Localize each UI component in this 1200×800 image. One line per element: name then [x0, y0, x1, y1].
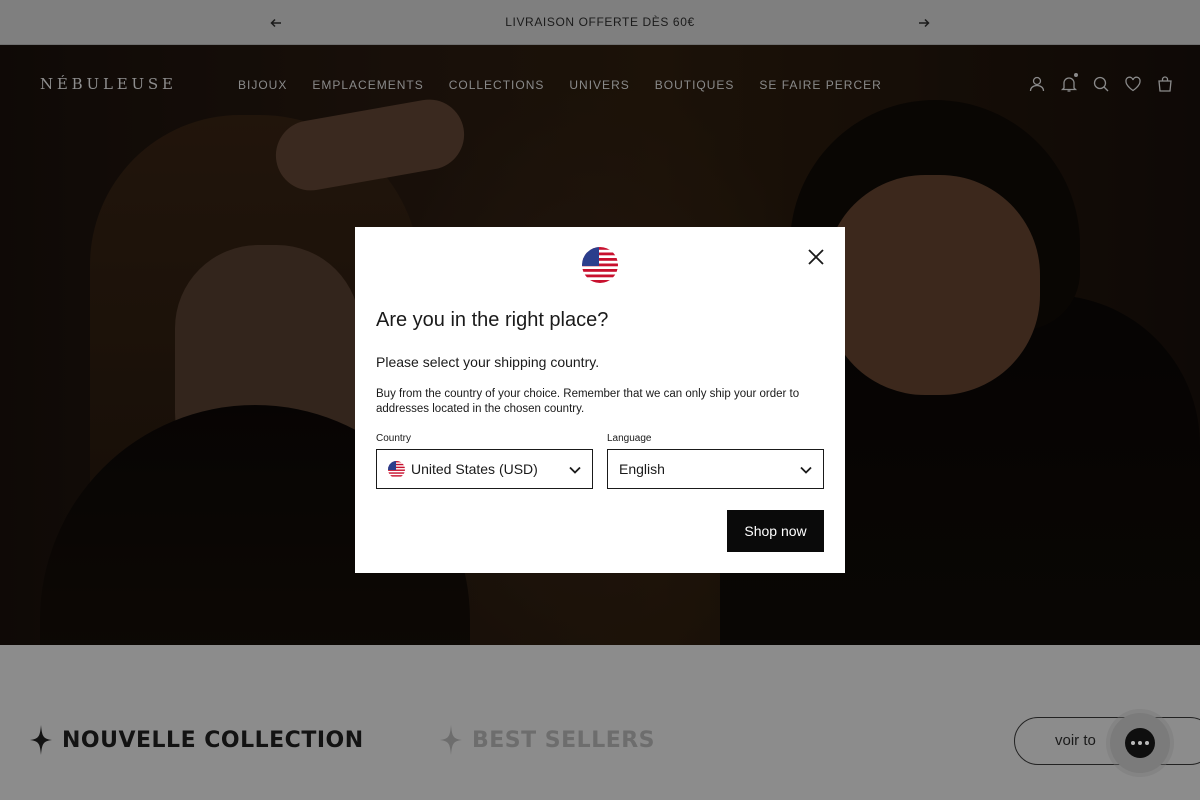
announcement-next-arrow-icon[interactable] [914, 13, 934, 33]
nav-item-bijoux[interactable]: BIJOUX [238, 78, 287, 92]
product-tabs-section: NOUVELLE COLLECTION BEST SELLERS voir to [0, 645, 1200, 800]
country-select[interactable]: United States (USD) [376, 449, 593, 489]
tab-nouvelle-collection-label: NOUVELLE COLLECTION [62, 727, 364, 753]
language-select[interactable]: English [607, 449, 824, 489]
language-select-value: English [619, 461, 665, 477]
account-icon[interactable] [1028, 75, 1046, 93]
search-icon[interactable] [1092, 75, 1110, 93]
nav-item-emplacements[interactable]: EMPLACEMENTS [312, 78, 423, 92]
tab-best-sellers[interactable]: BEST SELLERS [440, 725, 655, 755]
sparkle-icon [30, 725, 52, 755]
announcement-message: LIVRAISON OFFERTE DÈS 60€ [505, 15, 695, 29]
heart-icon[interactable] [1124, 75, 1142, 93]
announcement-bar: LIVRAISON OFFERTE DÈS 60€ [0, 0, 1200, 45]
nav-item-collections[interactable]: COLLECTIONS [449, 78, 545, 92]
us-flag-icon [388, 460, 405, 478]
nav-item-boutiques[interactable]: BOUTIQUES [655, 78, 735, 92]
country-selector-modal: Are you in the right place? Please selec… [355, 227, 845, 573]
modal-subtitle: Please select your shipping country. [376, 354, 600, 370]
tab-best-sellers-label: BEST SELLERS [472, 727, 656, 753]
modal-title: Are you in the right place? [376, 309, 609, 331]
chat-bubble-icon [1125, 728, 1155, 758]
main-nav: BIJOUX EMPLACEMENTS COLLECTIONS UNIVERS … [238, 78, 882, 92]
header-icons [1028, 73, 1174, 93]
us-flag-icon [582, 247, 618, 283]
site-logo[interactable]: NÉBULEUSE [40, 75, 177, 93]
tab-nouvelle-collection[interactable]: NOUVELLE COLLECTION [30, 725, 364, 755]
chat-launcher-button[interactable] [1110, 713, 1170, 773]
modal-description: Buy from the country of your choice. Rem… [376, 388, 800, 415]
notification-dot [1074, 73, 1078, 77]
nav-item-se-faire-percer[interactable]: SE FAIRE PERCER [759, 78, 881, 92]
nav-item-univers[interactable]: UNIVERS [569, 78, 629, 92]
language-label: Language [607, 433, 652, 444]
voir-tout-button[interactable]: voir to [1014, 717, 1200, 765]
cart-icon[interactable] [1156, 75, 1174, 93]
close-icon[interactable] [806, 247, 826, 267]
sparkle-icon [440, 725, 462, 755]
chevron-down-icon [800, 466, 812, 474]
country-label: Country [376, 433, 412, 444]
chevron-down-icon [569, 466, 581, 474]
country-select-value: United States (USD) [411, 461, 538, 477]
shop-now-button[interactable]: Shop now [727, 510, 824, 552]
bell-icon[interactable] [1060, 73, 1078, 93]
